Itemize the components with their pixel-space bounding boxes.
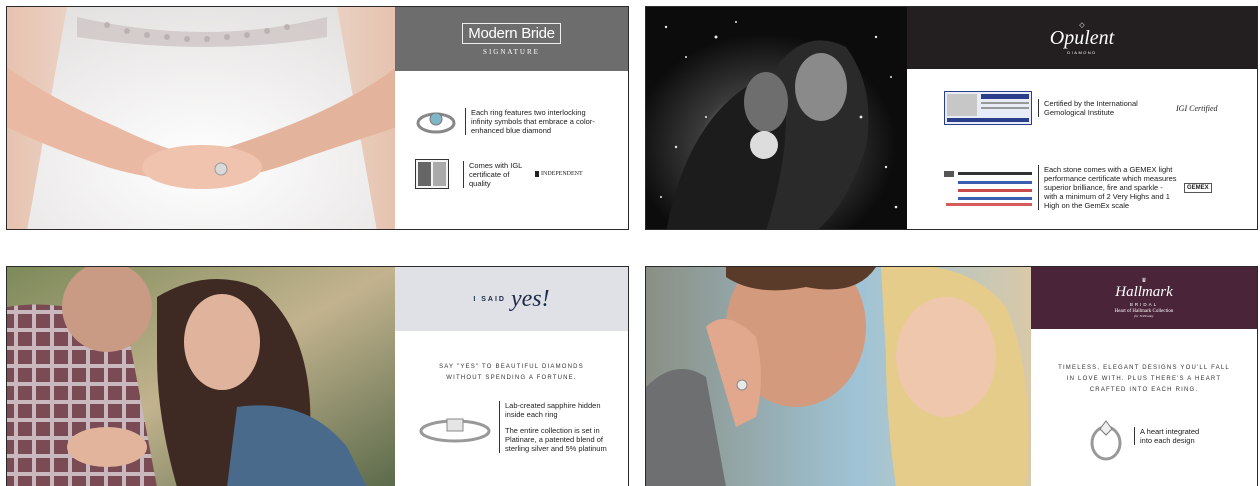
igi-certificate-icon (944, 91, 1032, 125)
opulent-sub: DIAMOND (1067, 50, 1097, 55)
hallmark-logo-band: ♛ Hallmark BRIDAL Heart of Hallmark Coll… (1031, 267, 1257, 329)
opulent-gemex-row: Each stone comes with a GEMEX light perf… (944, 165, 1212, 210)
hallmark-for-text: for JCPenney (1134, 314, 1154, 318)
couple-embrace-photo (646, 7, 909, 229)
opulent-logo-band: ◇ Opulent DIAMOND (907, 7, 1257, 69)
i-said-yes-logo-band: I SAID yes! (395, 267, 628, 331)
modern-bride-feature-row: Each ring features two interlocking infi… (415, 107, 601, 135)
i-said-yes-feature-text: Lab-created sapphire hidden inside each … (499, 401, 615, 453)
yes-logo-script: yes! (510, 285, 550, 312)
hallmark-feature-row: A heart integrated into each design (1086, 411, 1210, 461)
heart-ring-icon (1090, 420, 1122, 461)
bride-hands-photo (7, 7, 397, 229)
igi-certified-logo: IGI Certified (1176, 103, 1218, 113)
opulent-logo: Opulent (1049, 27, 1115, 49)
gemex-logo: GEMEX (1184, 182, 1212, 193)
blue-diamond-ring-icon (416, 112, 456, 134)
modern-bride-sub: SIGNATURE (483, 47, 540, 56)
i-said-yes-card: I SAID yes! SAY "YES" TO BEAUTIFUL DIAMO… (6, 266, 629, 486)
modern-bride-logo-band: Modern Bride SIGNATURE (395, 7, 628, 71)
modern-bride-certificate-text: Comes with IGL certificate of quality (463, 160, 529, 188)
couple-cheek-photo (646, 267, 1033, 486)
i-said-yes-info-panel: I SAID yes! SAY "YES" TO BEAUTIFUL DIAMO… (395, 267, 628, 486)
modern-bride-certificate-row: Comes with IGL certificate of quality IN… (415, 159, 583, 189)
hallmark-info-panel: ♛ Hallmark BRIDAL Heart of Hallmark Coll… (1031, 267, 1257, 486)
opulent-igi-text: Certified by the International Gemologic… (1038, 99, 1154, 117)
hallmark-feature-text: A heart integrated into each design (1134, 427, 1210, 445)
i-said-yes-tagline: SAY "YES" TO BEAUTIFUL DIAMONDS WITHOUT … (439, 364, 584, 381)
opulent-igi-row: Certified by the International Gemologic… (944, 91, 1218, 125)
modern-bride-logo: Modern Bride (462, 22, 561, 44)
opulent-gemex-text: Each stone comes with a GEMEX light perf… (1038, 165, 1178, 210)
i-said-yes-feature-row: Lab-created sapphire hidden inside each … (417, 401, 615, 453)
igl-certificate-icon (415, 159, 449, 189)
couple-smiling-photo (7, 267, 397, 486)
modern-bride-info-panel: Modern Bride SIGNATURE Each ring feature… (395, 7, 628, 229)
opulent-info-panel: ◇ Opulent DIAMOND Certified by the Inter… (907, 7, 1257, 229)
hallmark-bridal-text: BRIDAL (1129, 302, 1159, 307)
igl-logo: INDEPENDENT (535, 171, 583, 177)
sapphire-ring-icon (419, 418, 491, 443)
opulent-card: ◇ Opulent DIAMOND Certified by the Inter… (645, 6, 1258, 230)
hallmark-card: ♛ Hallmark BRIDAL Heart of Hallmark Coll… (645, 266, 1258, 486)
i-said-logo-text: I SAID (473, 295, 506, 303)
sapphire-feature-text: Lab-created sapphire hidden inside each … (505, 401, 601, 419)
platinare-feature-text: The entire collection is set in Platinar… (505, 426, 607, 453)
hallmark-logo: Hallmark (1115, 284, 1173, 300)
gemex-certificate-icon (944, 169, 1032, 207)
hallmark-tagline: TIMELESS, ELEGANT DESIGNS YOU'LL FALL IN… (1058, 365, 1230, 393)
modern-bride-card: Modern Bride SIGNATURE Each ring feature… (6, 6, 629, 230)
modern-bride-feature-text: Each ring features two interlocking infi… (465, 107, 601, 135)
